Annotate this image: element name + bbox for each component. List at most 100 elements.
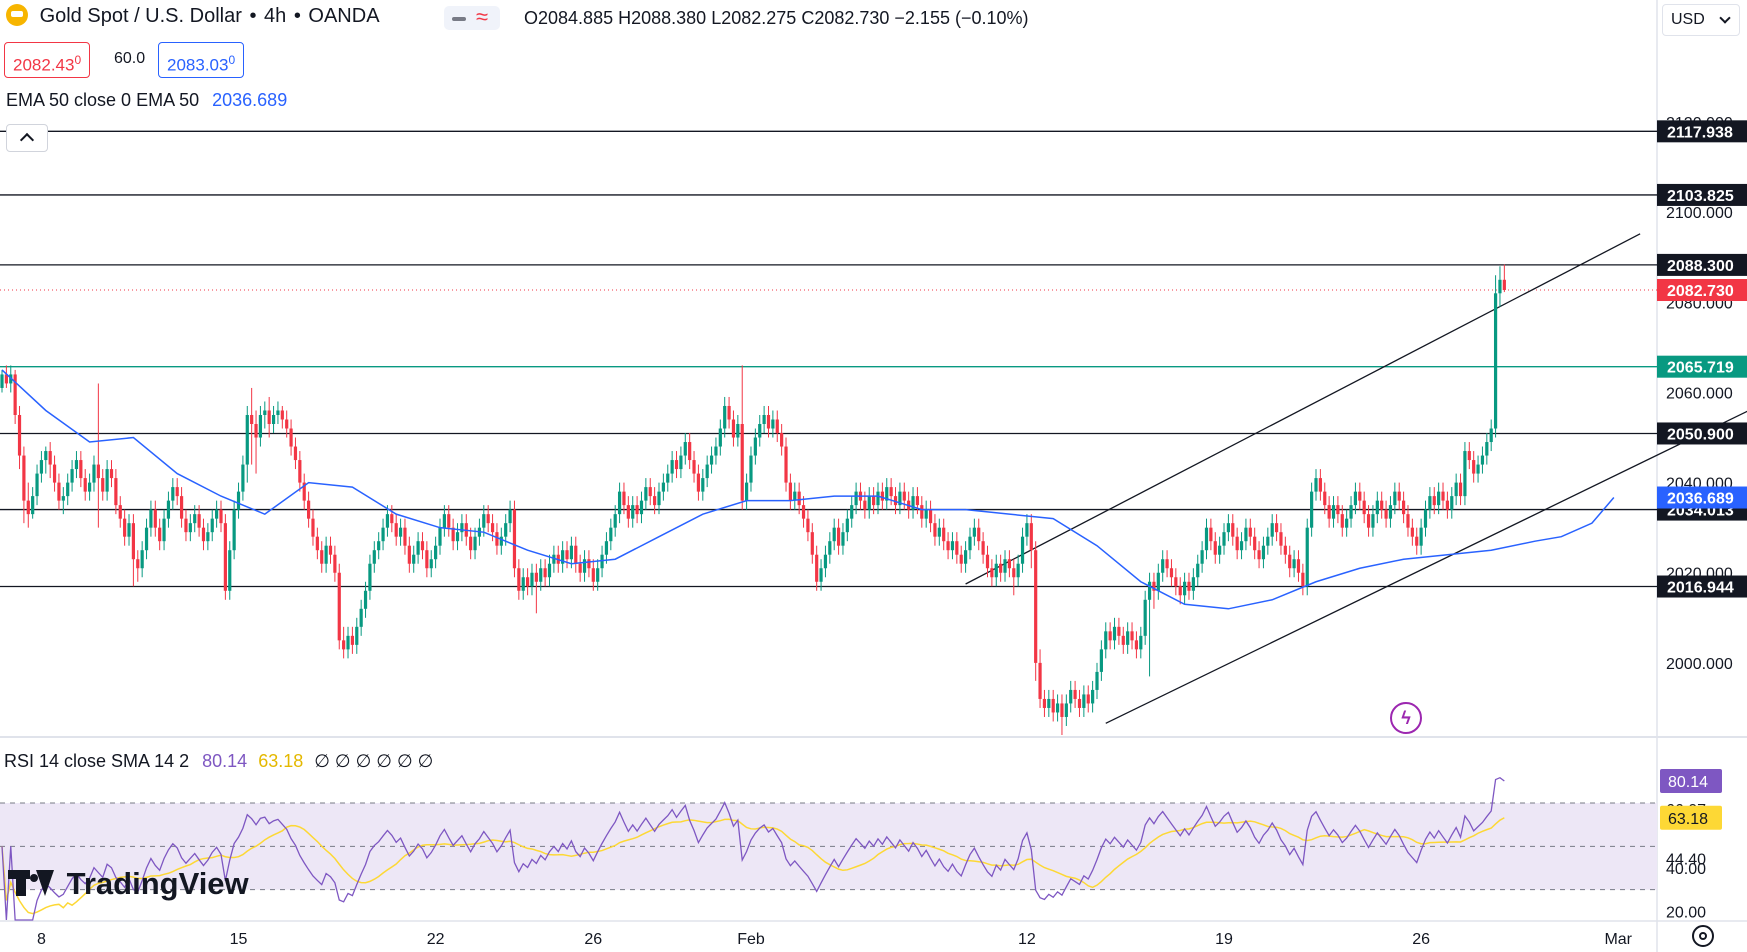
settings-gear-icon[interactable] [1692,925,1714,947]
ema-legend[interactable]: EMA 50 close 0 EMA 50 2036.689 [6,90,287,111]
candle-body [1016,563,1020,578]
rsi-sma-legend-value: 63.18 [258,751,304,771]
candle-body [447,514,451,528]
candle-body [1104,631,1108,650]
candle-body [1489,428,1493,443]
candle-body [1034,550,1038,663]
collapse-legend-button[interactable] [6,124,48,152]
candle-body [1380,500,1384,510]
rsi-legend[interactable]: RSI 14 close SMA 14 2 80.14 63.18 ∅ ∅ ∅ … [4,751,433,772]
candle-body [1222,532,1226,546]
change-value: −2.155 (−0.10%) [894,8,1029,28]
candle-body [985,554,990,569]
candle-body [1191,577,1195,591]
candle-body [1126,631,1130,645]
candle-body [823,554,828,569]
level-axis-label: 2016.944 [1667,580,1734,597]
candle-body [937,527,941,537]
candle-body [57,482,61,501]
high-label: H [618,8,632,28]
candle-body [1183,581,1187,596]
candle-body [403,527,407,546]
candle-body [285,419,289,429]
buy-button[interactable]: 2083.030 [158,42,245,78]
candle-body [289,428,293,447]
candle-body [469,536,473,551]
candle-body [1235,536,1239,551]
candle-body [61,496,65,501]
candle-body [692,460,696,474]
candle-body [1485,442,1489,456]
candle-body [22,455,26,501]
candle-body [293,446,298,461]
candle-body [83,478,87,492]
candle-body [639,500,644,515]
chevron-up-icon [19,132,35,148]
candle-body [425,550,429,569]
candle-body [346,635,350,650]
candle-body [372,550,376,564]
lightning-icon[interactable]: ϟ [1390,702,1422,734]
candle-body [990,568,994,578]
tradingview-logo[interactable]: TradingView [8,866,249,904]
currency-selector[interactable]: USD [1662,4,1740,36]
candle-body [727,405,731,420]
candle-body [731,419,736,438]
candle-body [736,424,740,438]
candle-body [412,554,416,564]
candle-body [705,464,709,479]
candle-body [188,523,192,533]
candle-body [950,541,955,551]
candle-body [1038,662,1042,699]
candle-body [1415,536,1419,546]
candle-body [1178,586,1182,596]
candle-body [193,514,197,524]
candle-body [788,482,792,501]
candle-body [197,514,201,528]
candle-body [617,491,622,515]
candle-body [793,491,797,501]
price-tick-label: 2060.000 [1666,385,1733,402]
candle-body [109,469,114,479]
candle-body [714,446,718,456]
level-axis-label: 2103.825 [1667,188,1734,205]
candle-body [578,563,582,573]
candle-body [1091,689,1095,704]
candle-body [70,469,74,483]
candle-body [543,568,547,578]
price-chart[interactable]: 2000.0002020.0002040.0002060.0002080.000… [0,0,1747,952]
candle-body [653,496,657,506]
candle-body [17,414,22,456]
candle-body [749,455,753,483]
candle-body [35,473,39,497]
candle-body [1244,527,1248,542]
candle-body [1397,491,1401,501]
timeframe-label[interactable]: 4h [264,5,286,27]
candle-body [631,505,635,519]
candle-body [753,437,757,456]
candle-body [815,554,819,582]
time-tick-label: 22 [427,931,445,948]
candle-body [880,491,884,501]
candle-body [1463,451,1467,497]
candle-body [250,414,254,425]
candle-body [263,410,267,415]
candle-body [359,608,363,627]
candle-body [1375,500,1379,515]
compare-toggle[interactable]: ≈ [444,5,500,30]
sell-button[interactable]: 2082.430 [4,42,91,78]
ema-axis-label: 2036.689 [1667,491,1734,508]
candle-body [1458,482,1463,497]
candle-body [241,464,245,492]
candle-body [1156,572,1160,591]
candle-body [398,527,403,537]
level-axis-label: 2088.300 [1667,258,1734,275]
candle-body [1353,491,1358,506]
candle-body [964,550,968,564]
symbol-header[interactable]: Gold Spot / U.S. Dollar • 4h • OANDA [6,4,380,28]
broker-label: OANDA [308,5,380,27]
candle-body [810,532,814,555]
bid-pip: 0 [74,53,82,67]
candle-body [1384,509,1388,519]
candle-body [1147,581,1152,600]
